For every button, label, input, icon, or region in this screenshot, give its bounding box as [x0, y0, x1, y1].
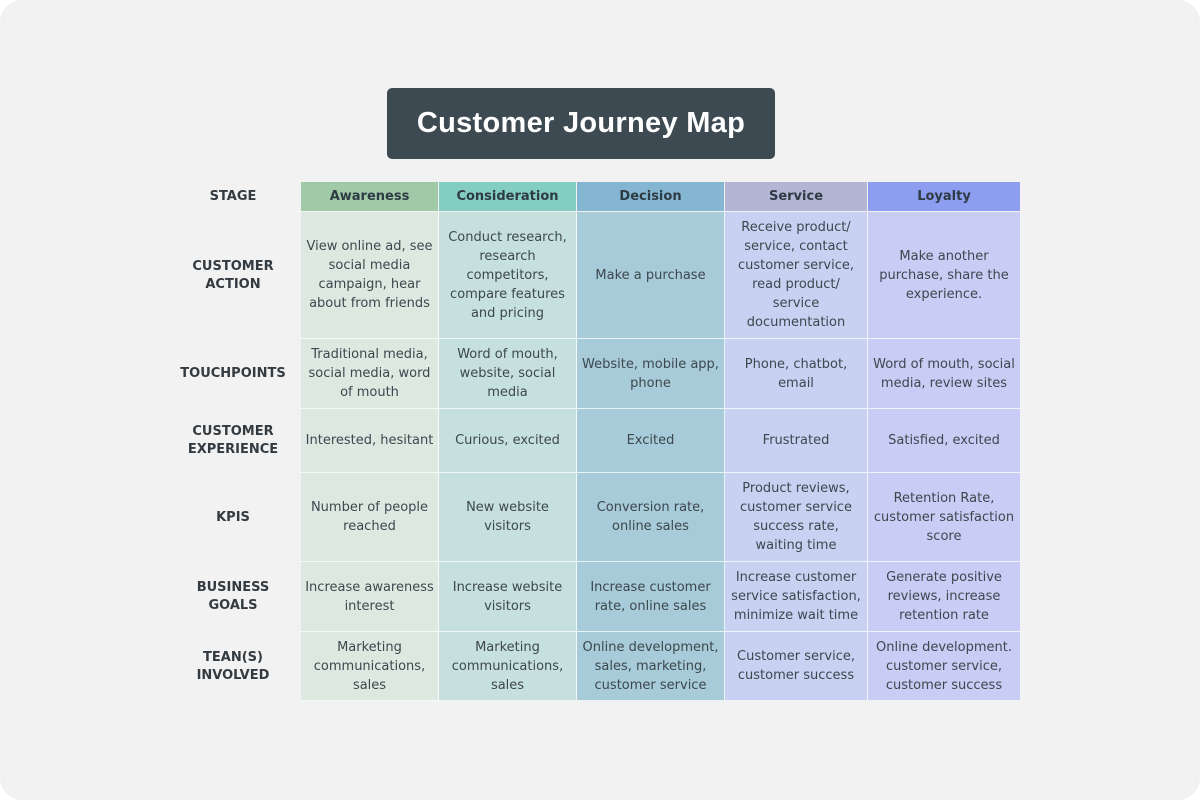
cell-kpis-decision: Conversion rate, online sales: [577, 473, 725, 562]
cell-business-goals-service: Increase customer service satisfaction, …: [725, 562, 868, 632]
cell-kpis-awareness: Number of people reached: [301, 473, 439, 562]
stage-header-consideration: Consideration: [439, 182, 577, 212]
background-card: Customer Journey Map STAGE Awareness Con…: [0, 0, 1200, 800]
cell-customer-experience-awareness: Interested, hesitant: [301, 409, 439, 473]
stage-header-decision: Decision: [577, 182, 725, 212]
stage-header-service: Service: [725, 182, 868, 212]
cell-teams-decision: Online development, sales, marketing, cu…: [577, 632, 725, 701]
cell-business-goals-loyalty: Generate positive reviews, increase rete…: [868, 562, 1021, 632]
stage-header-loyalty: Loyalty: [868, 182, 1021, 212]
cell-customer-experience-consideration: Curious, excited: [439, 409, 577, 473]
row-label-teams-involved: TEAN(S) INVOLVED: [196, 649, 270, 683]
cell-customer-action-decision: Make a purchase: [577, 212, 725, 339]
row-label-kpis: KPIS: [216, 509, 250, 525]
cell-business-goals-awareness: Increase awareness interest: [301, 562, 439, 632]
stage-header-awareness: Awareness: [301, 182, 439, 212]
stage-label: STAGE: [209, 189, 257, 204]
cell-touchpoints-loyalty: Word of mouth, social media, review site…: [868, 339, 1021, 409]
cell-touchpoints-consideration: Word of mouth, website, social media: [439, 339, 577, 409]
cell-touchpoints-service: Phone, chatbot, email: [725, 339, 868, 409]
cell-kpis-loyalty: Retention Rate, customer satisfaction sc…: [868, 473, 1021, 562]
cell-kpis-consideration: New website visitors: [439, 473, 577, 562]
cell-touchpoints-awareness: Traditional media, social media, word of…: [301, 339, 439, 409]
row-label-customer-action: CUSTOMER ACTION: [192, 258, 274, 292]
cell-kpis-service: Product reviews, customer service succes…: [725, 473, 868, 562]
cell-customer-action-consideration: Conduct research, research competitors, …: [439, 212, 577, 339]
cell-teams-consideration: Marketing communications, sales: [439, 632, 577, 701]
cell-touchpoints-decision: Website, mobile app, phone: [577, 339, 725, 409]
page-title: Customer Journey Map: [416, 107, 746, 139]
cell-customer-action-service: Receive product/ service, contact custom…: [725, 212, 868, 339]
cell-customer-action-awareness: View online ad, see social media campaig…: [301, 212, 439, 339]
row-label-customer-experience: CUSTOMER EXPERIENCE: [187, 424, 279, 457]
journey-map-table: STAGE Awareness Consideration Decision S…: [171, 182, 1021, 701]
title-banner: Customer Journey Map: [387, 88, 775, 159]
cell-customer-experience-service: Frustrated: [725, 409, 868, 473]
cell-teams-awareness: Marketing communications, sales: [301, 632, 439, 701]
cell-business-goals-decision: Increase customer rate, online sales: [577, 562, 725, 632]
cell-customer-experience-decision: Excited: [577, 409, 725, 473]
cell-teams-loyalty: Online development. customer service, cu…: [868, 632, 1021, 701]
row-label-business-goals: BUSINESS GOALS: [196, 580, 270, 613]
cell-business-goals-consideration: Increase website visitors: [439, 562, 577, 632]
cell-customer-action-loyalty: Make another purchase, share the experie…: [868, 212, 1021, 339]
cell-teams-service: Customer service, customer success: [725, 632, 868, 701]
cell-customer-experience-loyalty: Satisfied, excited: [868, 409, 1021, 473]
row-label-touchpoints: TOUCHPOINTS: [180, 366, 286, 381]
